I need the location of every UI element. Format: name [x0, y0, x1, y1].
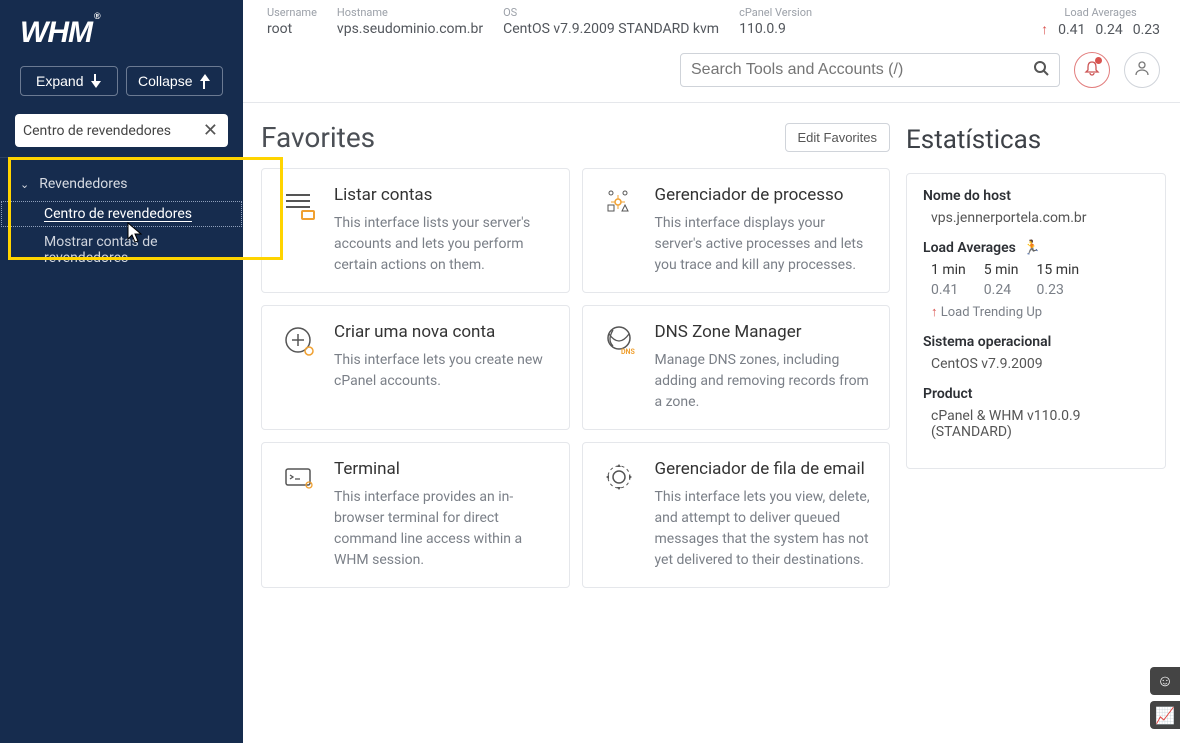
stats-la-table: 1 min0.41 5 min0.24 15 min0.23: [923, 262, 1149, 298]
favorite-card-gerenciador-processo[interactable]: Gerenciador de processo This interface d…: [582, 168, 891, 293]
topbar-load-averages: Load Averages ↑ 0.41 0.24 0.23: [1041, 6, 1160, 38]
expand-label: Expand: [36, 73, 83, 89]
card-desc: This interface displays your server's ac…: [655, 213, 872, 276]
feedback-button[interactable]: ☺: [1150, 667, 1180, 695]
stats-host-value: vps.jennerportela.com.br: [923, 210, 1149, 226]
sidebar-item-label: Mostrar contas de revendedores: [44, 234, 158, 266]
collapse-label: Collapse: [138, 73, 192, 89]
topbar-os: OS CentOS v7.9.2009 STANDARD kvm: [503, 6, 719, 37]
stats-product-value: cPanel & WHM v110.0.9 (STANDARD): [923, 408, 1149, 440]
favorite-card-terminal[interactable]: Terminal This interface provides an in-b…: [261, 442, 570, 588]
stats-host-label: Nome do host: [923, 188, 1149, 204]
whm-logo: WHM®: [0, 0, 243, 60]
trend-up-icon: ↑: [1041, 21, 1048, 38]
sidebar-item-mostrar-contas[interactable]: Mostrar contas de revendedores: [0, 228, 243, 272]
card-title: DNS Zone Manager: [655, 322, 872, 342]
stats-la-label: Load Averages 🏃: [923, 240, 1149, 256]
card-title: Gerenciador de fila de email: [655, 459, 872, 479]
clear-filter-icon[interactable]: ✕: [201, 120, 220, 141]
stats-os-label: Sistema operacional: [923, 334, 1149, 350]
dns-zone-icon: DNS: [601, 322, 639, 360]
card-title: Listar contas: [334, 185, 551, 205]
card-title: Gerenciador de processo: [655, 185, 872, 205]
email-queue-icon: [601, 459, 639, 497]
search-icon[interactable]: [1033, 60, 1049, 80]
chevron-down-icon: ⌄: [20, 178, 29, 191]
smile-icon: ☺: [1157, 671, 1173, 691]
trend-up-icon: ↑: [931, 305, 938, 320]
notifications-button[interactable]: [1074, 52, 1110, 88]
card-title: Criar uma nova conta: [334, 322, 551, 342]
search-input[interactable]: [691, 61, 1033, 79]
user-icon: [1134, 60, 1150, 80]
svg-text:DNS: DNS: [621, 348, 635, 356]
sidebar-filter-input[interactable]: Centro de revendedores ✕: [15, 114, 228, 147]
page-title: Favorites: [261, 121, 375, 154]
topbar-username: Username root: [267, 6, 317, 37]
stats-os-value: CentOS v7.9.2009: [923, 356, 1149, 372]
card-desc: This interface provides an in-browser te…: [334, 487, 551, 571]
topbar-cpanel-version: cPanel Version 110.0.9: [739, 6, 812, 37]
stats-title: Estatísticas: [906, 125, 1166, 155]
arrow-up-icon: [198, 74, 210, 88]
topbar-hostname: Hostname vps.seudominio.com.br: [337, 6, 483, 37]
global-search[interactable]: [680, 53, 1060, 87]
filter-value: Centro de revendedores: [23, 123, 171, 139]
card-desc: This interface lists your server's accou…: [334, 213, 551, 276]
terminal-icon: [280, 459, 318, 497]
create-account-icon: [280, 322, 318, 360]
list-accounts-icon: [280, 185, 318, 223]
sidebar-item-centro-revendedores[interactable]: Centro de revendedores: [0, 200, 243, 228]
card-desc: This interface lets you view, delete, an…: [655, 487, 872, 571]
nav-group-revendedores[interactable]: ⌄ Revendedores: [0, 168, 243, 200]
arrow-down-icon: [89, 74, 101, 88]
user-menu-button[interactable]: [1124, 52, 1160, 88]
nav-group-label: Revendedores: [39, 176, 127, 192]
card-title: Terminal: [334, 459, 551, 479]
notification-dot: [1095, 57, 1102, 64]
card-desc: This interface lets you create new cPane…: [334, 350, 551, 392]
collapse-button[interactable]: Collapse: [126, 66, 224, 96]
favorite-card-email-queue[interactable]: Gerenciador de fila de email This interf…: [582, 442, 891, 588]
analytics-button[interactable]: 📈: [1150, 701, 1180, 729]
chart-icon: 📈: [1155, 706, 1175, 725]
sidebar-item-label: Centro de revendedores: [44, 206, 192, 222]
stats-panel: Nome do host vps.jennerportela.com.br Lo…: [906, 173, 1166, 469]
process-manager-icon: [601, 185, 639, 223]
edit-favorites-button[interactable]: Edit Favorites: [785, 123, 890, 152]
running-icon: 🏃: [1023, 240, 1040, 256]
favorite-card-dns-zone[interactable]: DNS DNS Zone Manager Manage DNS zones, i…: [582, 305, 891, 430]
main-area: Username root Hostname vps.seudominio.co…: [243, 0, 1180, 743]
card-desc: Manage DNS zones, including adding and r…: [655, 350, 872, 413]
favorite-card-listar-contas[interactable]: Listar contas This interface lists your …: [261, 168, 570, 293]
favorite-card-criar-conta[interactable]: Criar uma nova conta This interface lets…: [261, 305, 570, 430]
expand-button[interactable]: Expand: [20, 66, 118, 96]
stats-trending: ↑ Load Trending Up: [923, 304, 1149, 320]
sidebar: WHM® Expand Collapse Centro de revendedo…: [0, 0, 243, 743]
topbar: Username root Hostname vps.seudominio.co…: [243, 0, 1180, 42]
stats-product-label: Product: [923, 386, 1149, 402]
